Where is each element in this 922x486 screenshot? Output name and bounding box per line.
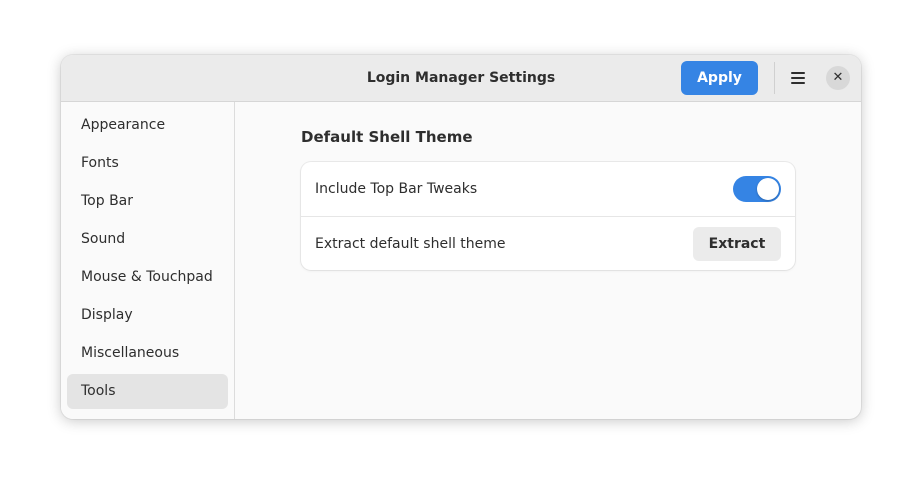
top-bar-tweaks-toggle[interactable] <box>733 176 781 202</box>
apply-button[interactable]: Apply <box>681 61 758 95</box>
toggle-knob <box>757 178 779 200</box>
sidebar-item-display[interactable]: Display <box>67 298 228 333</box>
extract-button[interactable]: Extract <box>693 227 781 261</box>
section-title: Default Shell Theme <box>301 128 473 146</box>
row-label-top-bar-tweaks: Include Top Bar Tweaks <box>315 181 478 197</box>
sidebar-item-miscellaneous[interactable]: Miscellaneous <box>67 336 228 371</box>
sidebar-item-sound[interactable]: Sound <box>67 222 228 257</box>
hamburger-menu-icon[interactable] <box>783 63 813 93</box>
sidebar-item-appearance[interactable]: Appearance <box>67 108 228 143</box>
close-icon[interactable]: ✕ <box>826 66 850 90</box>
sidebar-item-fonts[interactable]: Fonts <box>67 146 228 181</box>
list-item: Extract default shell theme Extract <box>301 217 795 271</box>
row-label-extract-theme: Extract default shell theme <box>315 236 506 252</box>
list-item: Include Top Bar Tweaks <box>301 162 795 216</box>
sidebar: Appearance Fonts Top Bar Sound Mouse & T… <box>61 102 235 419</box>
settings-card: Include Top Bar Tweaks Extract default s… <box>301 162 795 270</box>
settings-window: Login Manager Settings Apply ✕ Appearanc… <box>61 55 861 419</box>
sidebar-item-top-bar[interactable]: Top Bar <box>67 184 228 219</box>
sidebar-item-tools[interactable]: Tools <box>67 374 228 409</box>
sidebar-item-mouse-touchpad[interactable]: Mouse & Touchpad <box>67 260 228 295</box>
header-separator <box>774 62 775 94</box>
header-bar: Login Manager Settings Apply ✕ <box>61 55 861 102</box>
